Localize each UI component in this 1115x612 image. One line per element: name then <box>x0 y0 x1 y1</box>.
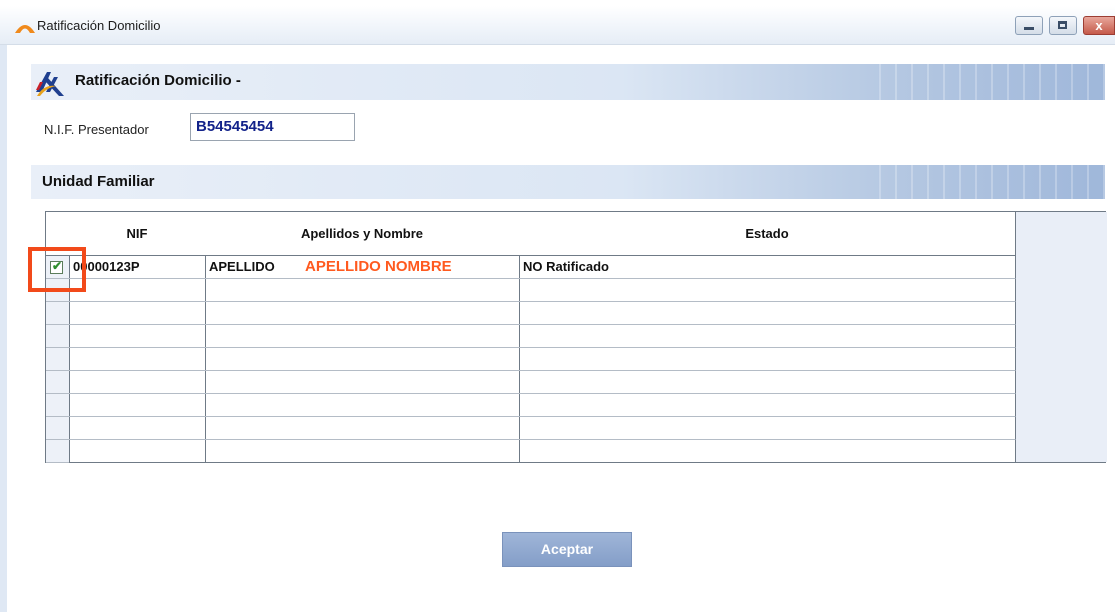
agencia-tributaria-logo-icon <box>36 72 64 96</box>
accept-button[interactable]: Aceptar <box>502 532 632 567</box>
table-cell[interactable] <box>69 394 206 417</box>
window-left-border <box>0 44 7 612</box>
cell-nif[interactable]: 00000123P <box>69 256 206 279</box>
table-cell[interactable] <box>69 325 206 348</box>
app-logo-icon <box>15 25 35 33</box>
row-selector[interactable] <box>46 394 69 417</box>
table-cell[interactable] <box>205 279 520 302</box>
close-button[interactable]: x <box>1083 16 1115 35</box>
table-cell[interactable] <box>69 348 206 371</box>
table-cell[interactable] <box>205 417 520 440</box>
column-header-status[interactable]: Estado <box>519 212 1016 256</box>
table-cell[interactable] <box>69 440 206 463</box>
row-selector[interactable] <box>46 302 69 325</box>
table-cell[interactable] <box>69 302 206 325</box>
table-empty-area <box>1015 212 1107 462</box>
close-icon: x <box>1095 18 1103 33</box>
form-title: Ratificación Domicilio - <box>75 72 241 89</box>
nif-presentador-label: N.I.F. Presentador <box>44 122 149 137</box>
cell-name[interactable]: APELLIDO APELLIDO NOMBRE <box>205 256 520 279</box>
cell-name-text: APELLIDO <box>209 259 275 274</box>
table-cell[interactable] <box>519 302 1016 325</box>
window-title: Ratificación Domicilio <box>37 18 161 33</box>
unidad-familiar-title: Unidad Familiar <box>42 173 155 190</box>
table-cell[interactable] <box>69 371 206 394</box>
header-decoration <box>865 64 1105 100</box>
table-cell[interactable] <box>205 348 520 371</box>
row-selector[interactable] <box>46 348 69 371</box>
title-bar[interactable]: Ratificación Domicilio x <box>0 6 1115 45</box>
table-cell[interactable] <box>519 325 1016 348</box>
row-selector[interactable] <box>46 325 69 348</box>
maximize-icon <box>1058 21 1067 29</box>
form-header: Ratificación Domicilio - <box>31 64 1105 100</box>
minimize-icon <box>1024 27 1034 30</box>
table-cell[interactable] <box>205 440 520 463</box>
column-header-nif[interactable]: NIF <box>69 212 206 256</box>
row-selector[interactable] <box>46 371 69 394</box>
nif-presentador-field[interactable]: B54545454 <box>190 113 355 141</box>
table-cell[interactable] <box>69 279 206 302</box>
header-decoration <box>865 165 1105 199</box>
table-cell[interactable] <box>519 417 1016 440</box>
table-cell[interactable] <box>519 348 1016 371</box>
name-annotation: APELLIDO NOMBRE <box>305 258 452 275</box>
table-cell[interactable] <box>519 394 1016 417</box>
cell-status[interactable]: NO Ratificado <box>519 256 1016 279</box>
table-cell[interactable] <box>69 417 206 440</box>
table-cell[interactable] <box>205 302 520 325</box>
row-selector[interactable] <box>46 440 69 463</box>
checkbox-highlight-box <box>28 247 86 292</box>
column-header-name[interactable]: Apellidos y Nombre <box>205 212 520 256</box>
table-cell[interactable] <box>519 279 1016 302</box>
maximize-button[interactable] <box>1049 16 1077 35</box>
dialog-window: Ratificación Domicilio x Ratificación Do… <box>0 0 1115 612</box>
table-cell[interactable] <box>205 394 520 417</box>
table-cell[interactable] <box>519 371 1016 394</box>
table-cell[interactable] <box>205 325 520 348</box>
minimize-button[interactable] <box>1015 16 1043 35</box>
unidad-familiar-header: Unidad Familiar <box>31 165 1105 199</box>
window-controls: x <box>1015 16 1115 36</box>
family-table: NIF Apellidos y Nombre Estado ✔ 00000123… <box>45 211 1107 463</box>
row-selector[interactable] <box>46 417 69 440</box>
table-cell[interactable] <box>205 371 520 394</box>
table-cell[interactable] <box>519 440 1016 463</box>
